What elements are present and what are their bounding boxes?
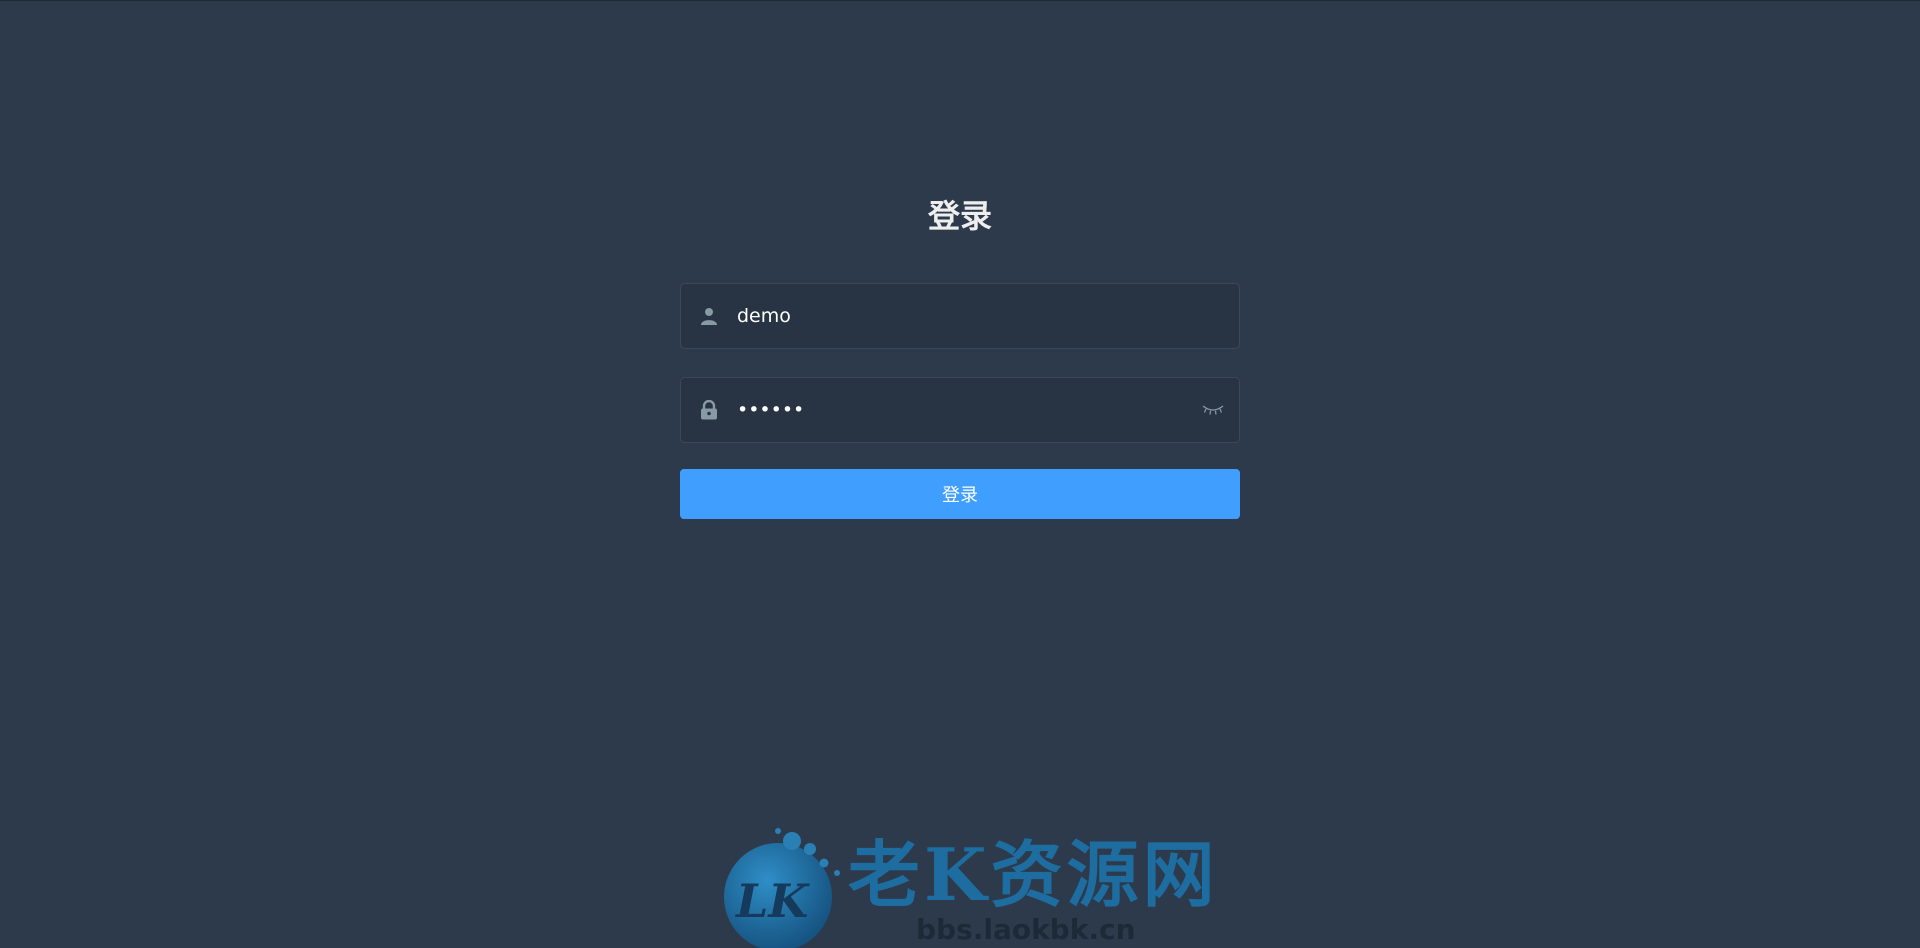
- username-input[interactable]: [737, 284, 1239, 348]
- watermark-url: bbs.laokbk.cn: [916, 913, 1136, 946]
- login-page: 登录 demo •••••• 登录 LK 老K资源网 bbs.laokbk.cn: [0, 0, 1920, 948]
- watermark-logo-icon: LK: [724, 828, 840, 948]
- password-input[interactable]: [737, 378, 1187, 442]
- password-field[interactable]: [680, 377, 1240, 443]
- eye-closed-icon[interactable]: [1187, 378, 1239, 442]
- login-form: 登录 demo •••••• 登录: [680, 191, 1240, 519]
- user-icon: [681, 284, 737, 348]
- login-button[interactable]: 登录: [680, 469, 1240, 519]
- svg-text:LK: LK: [734, 874, 810, 928]
- page-title: 登录: [927, 197, 992, 235]
- watermark: LK 老K资源网 bbs.laokbk.cn: [720, 827, 1215, 948]
- lock-icon: [681, 378, 737, 442]
- watermark-brand: 老K资源网: [848, 832, 1219, 917]
- username-field[interactable]: [680, 283, 1240, 349]
